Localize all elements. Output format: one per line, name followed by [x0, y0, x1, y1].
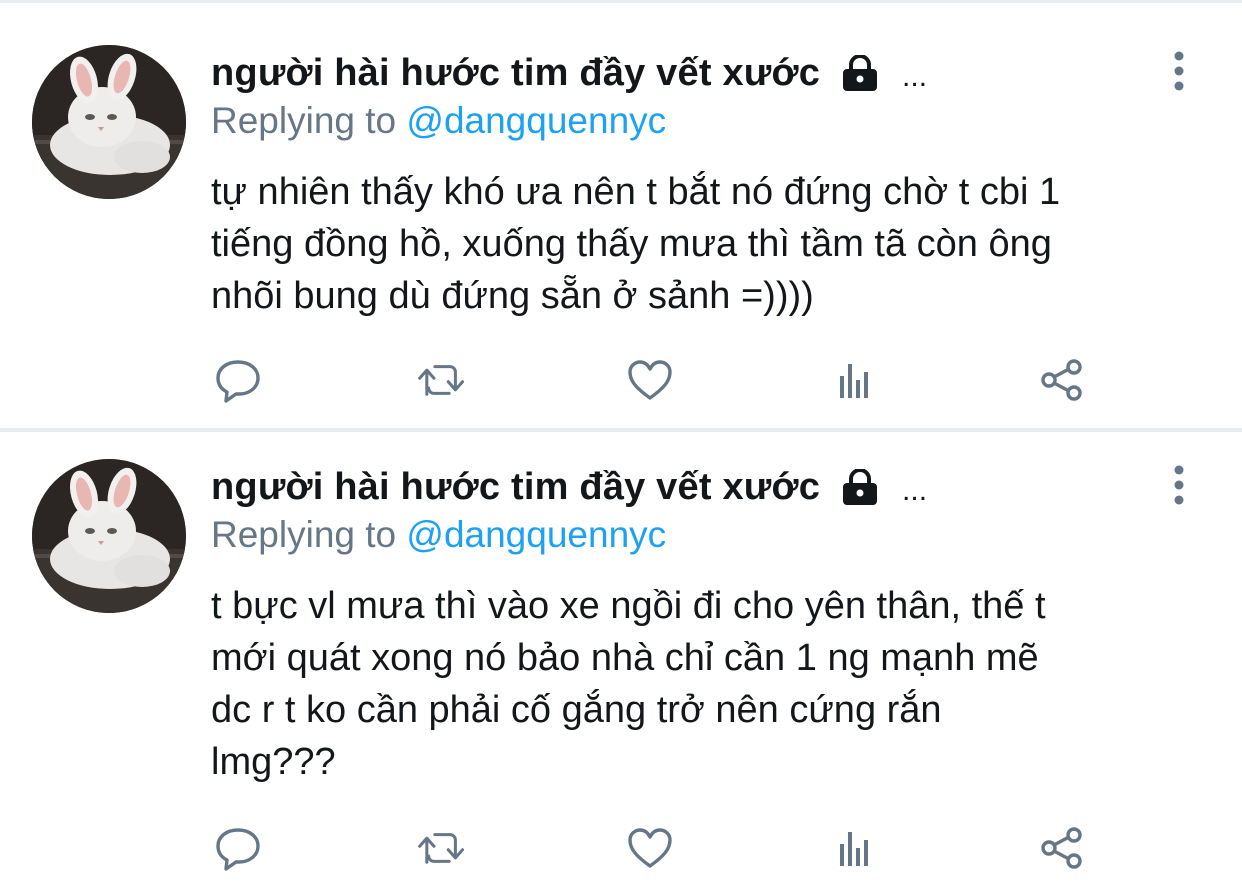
lock-icon — [840, 469, 880, 505]
stats-icon — [840, 832, 868, 866]
avatar[interactable] — [32, 459, 186, 613]
tweet-text-line: tiếng đồng hồ, xuống thấy mưa thì tầm tã… — [211, 223, 1052, 265]
tweet[interactable]: người hài hước tim đầy vết xước ... Repl… — [0, 0, 1242, 428]
tweet[interactable]: người hài hước tim đầy vết xước ... Repl… — [0, 432, 1242, 895]
display-name[interactable]: người hài hước tim đầy vết xước — [211, 466, 820, 509]
reply-button[interactable] — [213, 355, 263, 405]
share-button[interactable] — [1037, 823, 1087, 873]
tweet-text: tự nhiên thấy khó ưa nên t bắt nó đứng c… — [211, 166, 1211, 322]
retweet-button[interactable] — [417, 355, 467, 405]
avatar[interactable] — [32, 45, 186, 199]
retweet-button[interactable] — [417, 823, 467, 873]
replying-to: Replying to @dangquennyc — [211, 100, 666, 142]
retweet-icon — [418, 833, 465, 864]
tweet-text-line: nhõi bung dù đứng sẵn ở sảnh =)))) — [211, 275, 814, 317]
tweet-text: t bực vl mưa thì vào xe ngồi đi cho yên … — [211, 580, 1211, 788]
like-icon — [628, 828, 672, 868]
reply-icon — [216, 828, 260, 871]
replying-handle-link[interactable]: @dangquennyc — [406, 100, 666, 141]
replying-label: Replying to — [211, 100, 397, 141]
tweet-text-line: dc r t ko cần phải cố gắng trở nên cứng … — [211, 689, 942, 731]
retweet-icon — [418, 365, 465, 396]
tweet-actions — [0, 823, 1242, 873]
name-overflow: ... — [902, 474, 928, 507]
tweet-text-line: t bực vl mưa thì vào xe ngồi đi cho yên … — [211, 585, 1046, 627]
stats-icon — [840, 364, 868, 398]
stats-button[interactable] — [831, 823, 881, 873]
display-name[interactable]: người hài hước tim đầy vết xước — [211, 52, 820, 95]
tweet-header: người hài hước tim đầy vết xước ... — [211, 48, 927, 98]
tweet-header: người hài hước tim đầy vết xước ... — [211, 462, 927, 512]
share-button[interactable] — [1037, 355, 1087, 405]
share-icon — [1041, 827, 1082, 869]
replying-handle-link[interactable]: @dangquennyc — [406, 514, 666, 555]
more-options-icon[interactable] — [1168, 48, 1190, 94]
replying-label: Replying to — [211, 514, 397, 555]
reply-icon — [216, 360, 260, 403]
like-icon — [628, 360, 672, 400]
replying-to: Replying to @dangquennyc — [211, 514, 666, 556]
tweet-text-line: mới quát xong nó bảo nhà chỉ cần 1 ng mạ… — [211, 637, 1039, 679]
stats-button[interactable] — [831, 355, 881, 405]
like-button[interactable] — [625, 355, 675, 405]
name-overflow: ... — [902, 60, 928, 93]
tweet-text-line: tự nhiên thấy khó ưa nên t bắt nó đứng c… — [211, 171, 1061, 213]
share-icon — [1041, 359, 1082, 401]
reply-button[interactable] — [213, 823, 263, 873]
more-options-icon[interactable] — [1168, 462, 1190, 508]
like-button[interactable] — [625, 823, 675, 873]
tweet-text-line: lmg??? — [211, 741, 336, 783]
tweet-actions — [0, 355, 1242, 405]
lock-icon — [840, 55, 880, 91]
